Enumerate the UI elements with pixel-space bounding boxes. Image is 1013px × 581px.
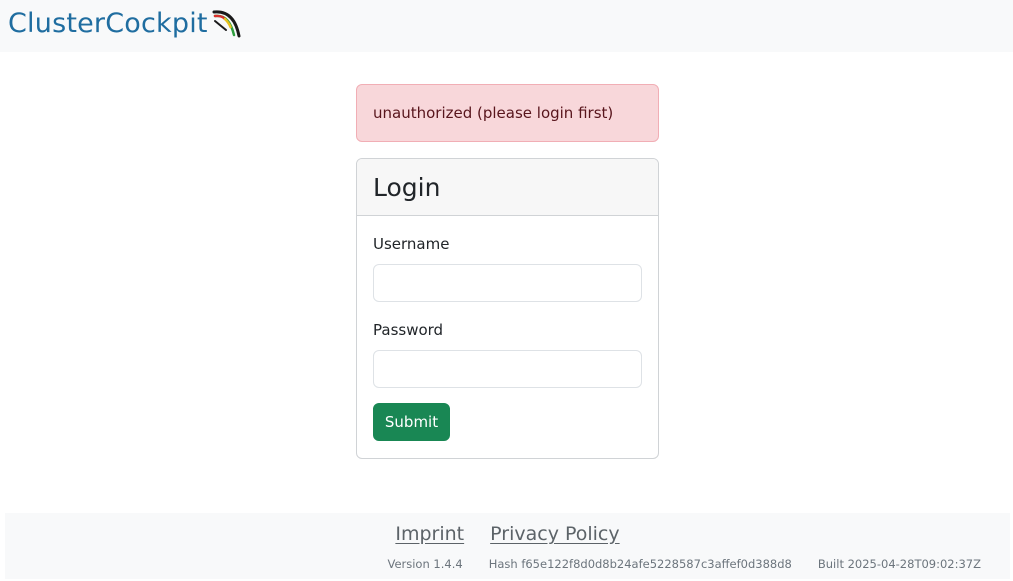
alert-message: unauthorized (please login first) [373,104,614,122]
login-card: Login Username Password Submit [356,158,659,459]
built-text: Built 2025-04-28T09:02:37Z [817,557,981,571]
username-label: Username [373,235,450,253]
privacy-policy-link[interactable]: Privacy Policy [490,523,619,545]
login-title: Login [373,172,441,202]
footer-links: Imprint Privacy Policy [5,523,1010,545]
gauge-arc-icon [212,10,241,38]
brand-link[interactable]: ClusterCockpit [8,6,242,42]
top-navbar: ClusterCockpit [0,0,1013,52]
page-footer: Imprint Privacy Policy Version 1.4.4 Has… [5,513,1010,579]
unauthorized-alert: unauthorized (please login first) [356,84,659,142]
version-text: Version 1.4.4 [387,557,463,571]
brand-name: ClusterCockpit [8,8,208,39]
login-card-header: Login [357,159,658,216]
username-input[interactable] [373,264,642,302]
hash-text: Hash f65e122f8d0d8b24afe5228587c3affef0d… [488,557,792,571]
password-label: Password [373,321,444,339]
build-info: Version 1.4.4 Hash f65e122f8d0d8b24afe52… [387,557,981,571]
password-input[interactable] [373,350,642,388]
imprint-link[interactable]: Imprint [395,523,464,545]
submit-button[interactable]: Submit [373,403,450,441]
